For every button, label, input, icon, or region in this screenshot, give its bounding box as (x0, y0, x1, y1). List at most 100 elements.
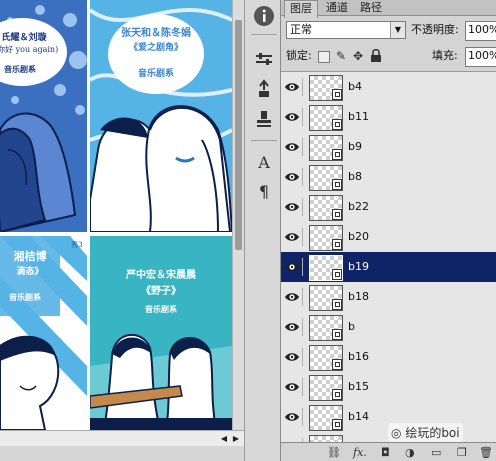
layer-thumbnail[interactable] (309, 375, 343, 401)
layer-name[interactable]: b18 (348, 282, 369, 312)
eye-icon[interactable] (284, 408, 303, 426)
eye-icon[interactable] (284, 168, 303, 186)
layer-row[interactable]: b11 (281, 102, 496, 133)
eye-icon[interactable] (284, 138, 303, 156)
layer-name[interactable]: b14 (348, 402, 369, 432)
layer-name[interactable]: b13 (348, 432, 369, 442)
layer-row[interactable]: b19 (281, 252, 496, 283)
poster-panel-4: 严中宏＆宋晨晨 《野子》 音乐剧系 (90, 236, 232, 430)
layer-name[interactable]: b19 (348, 252, 369, 282)
layer-name[interactable]: b15 (348, 372, 369, 402)
layer-row[interactable]: b (281, 312, 496, 343)
panel3-number: 秀3 (71, 241, 83, 249)
eye-icon[interactable] (284, 228, 303, 246)
document-canvas[interactable]: 氏耀＆刘璇 (你好 you again) 音乐剧系 张天和＆陈冬娟 《爱之剧角》… (0, 0, 232, 446)
layer-name[interactable]: b16 (348, 342, 369, 372)
eye-icon[interactable] (284, 378, 303, 396)
fx-icon[interactable]: fx. (353, 444, 367, 461)
layer-row[interactable]: b22 (281, 192, 496, 223)
adjustment-icon[interactable]: ◑ (405, 444, 415, 461)
layer-name[interactable]: b22 (348, 192, 369, 222)
layer-name[interactable]: b11 (348, 102, 369, 132)
mask-icon[interactable]: ◘ (381, 444, 390, 461)
smart-object-icon (332, 149, 342, 160)
layer-row[interactable]: b15 (281, 372, 496, 403)
blend-mode-select[interactable]: 正常 ▼ (286, 21, 406, 39)
layer-thumbnail[interactable] (309, 285, 343, 311)
lock-move-icon[interactable]: ✥ (351, 49, 365, 63)
layer-thumbnail[interactable] (309, 165, 343, 191)
new-layer-icon[interactable]: ❐ (457, 444, 467, 461)
scrollbar-thumb[interactable] (235, 20, 242, 250)
chevron-down-icon[interactable]: ▼ (390, 22, 405, 38)
watermark-text: 绘玩的boi (405, 426, 460, 440)
smart-object-icon (332, 389, 342, 400)
panel2-title: 张天和＆陈冬娟 (121, 28, 191, 39)
group-icon[interactable]: ▭ (431, 444, 441, 461)
eye-icon[interactable] (284, 318, 303, 336)
info-icon[interactable] (253, 5, 275, 27)
layer-name[interactable]: b (348, 312, 355, 342)
layer-name[interactable]: b8 (348, 162, 362, 192)
eye-icon[interactable] (284, 108, 303, 126)
layer-name[interactable]: b9 (348, 132, 362, 162)
panel-gutter (87, 0, 90, 430)
layer-thumbnail[interactable] (309, 105, 343, 131)
layer-thumbnail[interactable] (309, 195, 343, 221)
panel-dock-icons: A ¶ (244, 0, 281, 461)
layer-row[interactable]: b4 (281, 72, 496, 103)
panel-tabs: 图层 通道 路径 (281, 0, 496, 18)
dock-separator (251, 140, 277, 141)
layer-row[interactable]: b8 (281, 162, 496, 193)
layer-row[interactable]: b16 (281, 342, 496, 373)
link-icon[interactable]: ⛓ (327, 444, 341, 461)
tab-layers[interactable]: 图层 (284, 0, 318, 18)
layer-name[interactable]: b20 (348, 222, 369, 252)
paragraph-icon[interactable]: ¶ (253, 181, 275, 203)
layers-bottom-bar: ⛓ fx. ◘ ◑ ▭ ❐ 🗑 (281, 442, 496, 461)
character-icon[interactable]: A (253, 152, 275, 174)
eye-icon[interactable] (284, 198, 303, 216)
layer-thumbnail[interactable] (309, 345, 343, 371)
eye-icon[interactable] (284, 288, 303, 306)
clone-source-icon[interactable] (253, 78, 275, 100)
tool-presets-icon[interactable] (253, 108, 275, 130)
eye-icon[interactable] (284, 258, 303, 276)
canvas-vertical-scrollbar[interactable] (232, 0, 244, 446)
fill-label: 填充: (432, 49, 458, 62)
eye-icon[interactable] (284, 78, 303, 96)
layer-row[interactable]: b20 (281, 222, 496, 253)
layer-row[interactable]: b18 (281, 282, 496, 313)
scroll-right-icon[interactable]: ▶ (230, 431, 242, 447)
tab-paths[interactable]: 路径 (355, 0, 387, 16)
canvas-horizontal-scrollbar[interactable]: ◀ ▶ (0, 430, 244, 446)
panel1-title: 氏耀＆刘璇 (1, 33, 47, 43)
opacity-label: 不透明度: (411, 23, 459, 36)
layer-row[interactable]: b9 (281, 132, 496, 163)
panel4-sub: 音乐剧系 (145, 304, 177, 314)
smart-object-icon (332, 419, 342, 430)
tab-channels[interactable]: 通道 (321, 0, 353, 16)
lock-brush-icon[interactable]: ✎ (334, 49, 348, 63)
trash-icon[interactable]: 🗑 (479, 444, 493, 461)
layer-thumbnail[interactable] (309, 405, 343, 431)
scroll-left-icon[interactable]: ◀ (218, 431, 230, 447)
fill-field[interactable]: 100% (465, 47, 496, 67)
layer-thumbnail[interactable] (309, 225, 343, 251)
brush-settings-icon[interactable] (253, 48, 275, 70)
panel4-title: 严中宏＆宋晨晨 (126, 270, 196, 281)
eye-icon[interactable] (284, 348, 303, 366)
layer-thumbnail[interactable] (309, 435, 343, 442)
layer-thumbnail[interactable] (309, 135, 343, 161)
opacity-field[interactable]: 100% (465, 21, 496, 41)
lock-all-icon[interactable] (369, 48, 383, 63)
poster-panel-3: 湘桔博 滴态》 音乐剧系 秀3 (0, 236, 87, 430)
layer-thumbnail[interactable] (309, 255, 343, 281)
smart-object-icon (332, 359, 342, 370)
layer-thumbnail[interactable] (309, 75, 343, 101)
panel3-subtitle: 滴态》 (16, 267, 44, 277)
layer-name[interactable]: b4 (348, 72, 362, 102)
panel3-title: 湘桔博 (13, 250, 47, 263)
layer-thumbnail[interactable] (309, 315, 343, 341)
lock-transparent-icon[interactable] (318, 51, 330, 63)
